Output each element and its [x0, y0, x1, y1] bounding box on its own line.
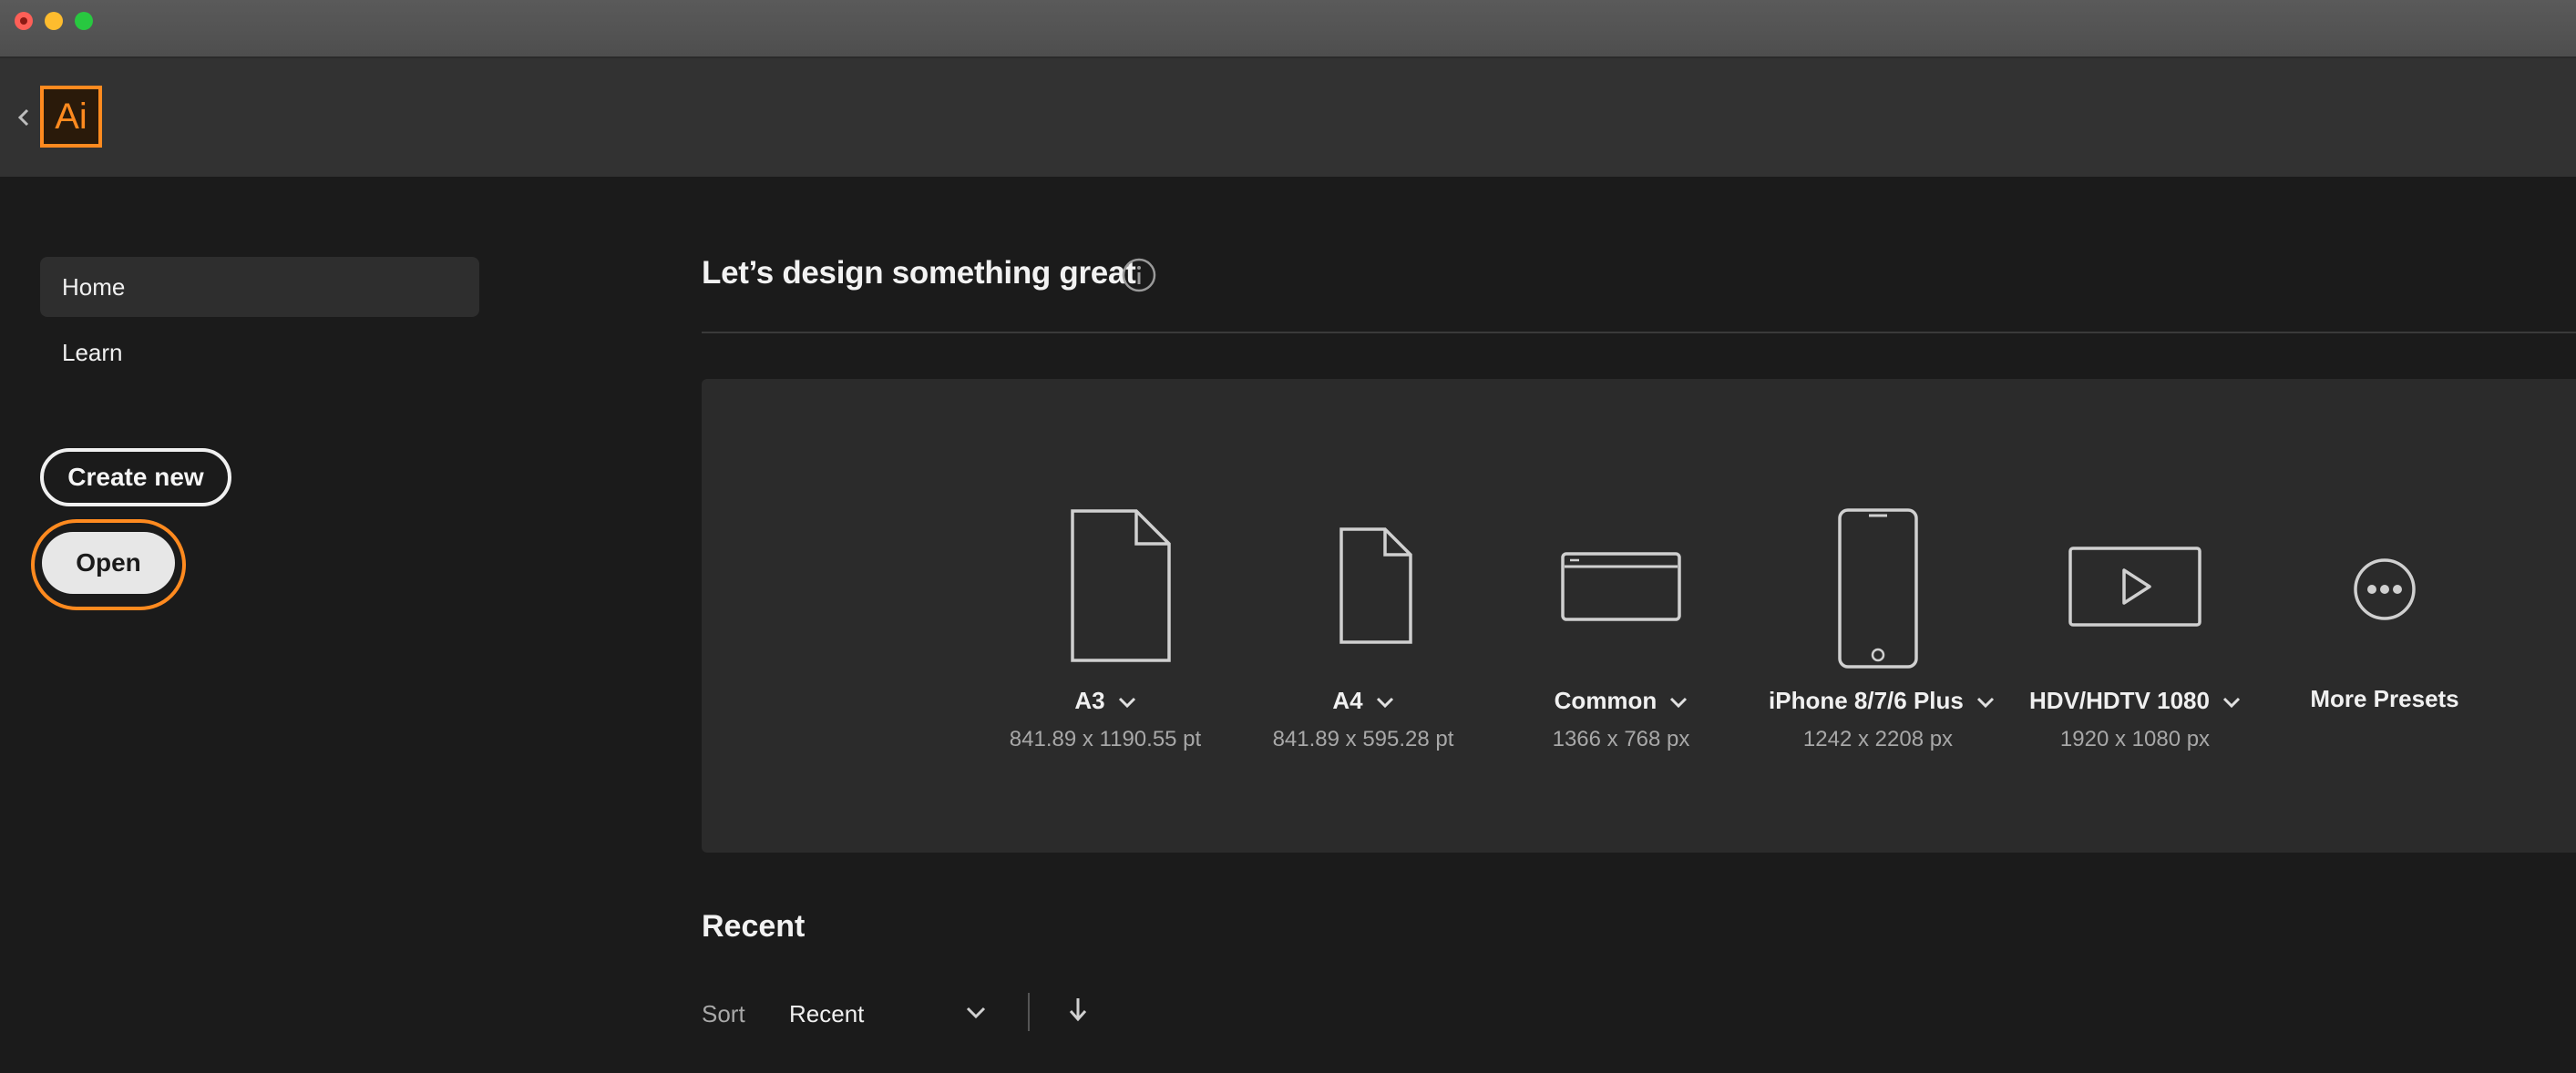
preset-name: A4 [1254, 687, 1473, 715]
preset-size: 1366 x 768 px [1552, 727, 1690, 751]
app-header: Ai [0, 58, 2576, 177]
sidebar-item-home[interactable]: Home [40, 257, 479, 317]
document-large-icon [1071, 509, 1171, 662]
title-bar [0, 0, 2576, 58]
preset-name: A3 [996, 687, 1215, 715]
preset-size: 841.89 x 1190.55 pt [1009, 727, 1202, 751]
app-window: Ai Home Learn Create new Open Let’s desi… [0, 0, 2576, 1073]
preset-more[interactable]: More Presets [2275, 379, 2494, 853]
chevron-down-icon[interactable] [1976, 696, 1995, 709]
sidebar: Home Learn Create new Open [0, 177, 510, 1073]
info-icon[interactable] [1121, 257, 1157, 293]
preset-hdv[interactable]: HDV/HDTV 1080 1920 x 1080 px [2026, 379, 2244, 853]
chevron-down-icon[interactable] [1669, 696, 1688, 709]
sort-divider [1028, 993, 1030, 1031]
minimize-window-button[interactable] [45, 12, 63, 30]
sort-label: Sort [702, 1000, 745, 1027]
preset-name: Common [1512, 687, 1730, 715]
recent-title: Recent [702, 909, 806, 944]
preset-name: HDV/HDTV 1080 [2026, 687, 2244, 715]
back-chevron-icon[interactable] [13, 104, 35, 131]
preset-name: More Presets [2310, 685, 2459, 712]
maximize-window-button[interactable] [75, 12, 93, 30]
video-play-icon [2068, 547, 2201, 627]
chevron-down-icon[interactable] [2222, 696, 2241, 709]
preset-size: 1920 x 1080 px [2059, 727, 2211, 751]
sidebar-item-learn[interactable]: Learn [40, 322, 479, 383]
illustrator-logo: Ai [40, 86, 102, 148]
header-divider [702, 332, 2576, 333]
document-icon [1339, 527, 1412, 644]
phone-icon [1838, 508, 1918, 669]
sort-direction-arrow-icon[interactable] [1064, 995, 1092, 1026]
close-window-button[interactable] [15, 12, 33, 30]
chevron-down-icon[interactable] [1376, 696, 1394, 709]
preset-size: 1242 x 2208 px [1802, 727, 1954, 751]
chevron-down-icon[interactable] [1118, 696, 1136, 709]
open-button[interactable]: Open [42, 532, 175, 594]
presets-panel: A3 841.89 x 1190.55 pt A4 841.89 x 595.2… [702, 379, 2576, 853]
preset-common[interactable]: Common 1366 x 768 px [1512, 379, 1730, 853]
preset-a3[interactable]: A3 841.89 x 1190.55 pt [996, 379, 1215, 853]
preset-iphone[interactable]: iPhone 8/7/6 Plus 1242 x 2208 px [1769, 379, 1994, 853]
main-content: Let’s design something great A3 841.89 x… [702, 177, 2576, 1073]
browser-window-icon [1561, 552, 1681, 621]
page-title: Let’s design something great [702, 255, 1136, 291]
preset-size: 841.89 x 595.28 pt [1272, 727, 1454, 751]
preset-a4[interactable]: A4 841.89 x 595.28 pt [1254, 379, 1473, 853]
preset-name: iPhone 8/7/6 Plus [1769, 687, 1994, 715]
more-icon [2354, 558, 2416, 620]
chevron-down-icon[interactable] [962, 998, 990, 1026]
create-new-button[interactable]: Create new [40, 448, 231, 506]
sort-dropdown[interactable]: Recent [789, 1000, 864, 1028]
